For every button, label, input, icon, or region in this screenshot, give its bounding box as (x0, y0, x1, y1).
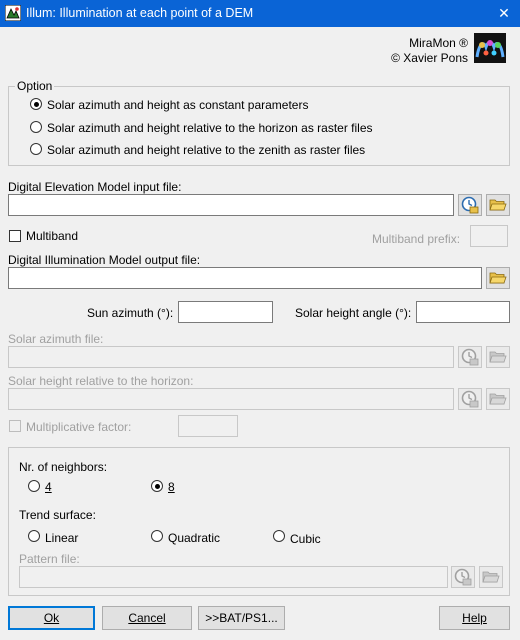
trend-linear-label[interactable]: Linear (45, 531, 78, 545)
trend-cubic-label[interactable]: Cubic (290, 532, 321, 546)
option-constant-radio[interactable] (30, 98, 42, 110)
multiband-checkbox[interactable] (9, 230, 21, 242)
neighbors-4-label[interactable]: 4 (45, 480, 52, 494)
solar-height-label: Solar height angle (°): (295, 306, 412, 320)
multiband-prefix-input[interactable] (470, 225, 508, 247)
miramon-app-icon (5, 5, 21, 21)
metadata-clock-icon (461, 196, 479, 214)
multiplicative-checkbox[interactable] (9, 420, 21, 432)
solar-azimuth-browse-button[interactable] (486, 346, 510, 368)
dim-browse-button[interactable] (486, 267, 510, 289)
neighbors-8-radio[interactable] (151, 480, 163, 492)
dem-label: Digital Elevation Model input file: (8, 180, 182, 194)
multiplicative-input[interactable] (178, 415, 238, 437)
trend-cubic-radio[interactable] (273, 530, 285, 542)
folder-open-icon (489, 199, 507, 211)
solar-height-browse-button[interactable] (486, 388, 510, 410)
dem-metadata-button[interactable] (458, 194, 482, 216)
metadata-clock-icon (461, 348, 479, 366)
metadata-clock-icon (461, 390, 479, 408)
folder-open-icon (489, 351, 507, 363)
dialog-window: Illum: Illumination at each point of a D… (0, 0, 520, 640)
dem-browse-button[interactable] (486, 194, 510, 216)
solar-height-metadata-button[interactable] (458, 388, 482, 410)
brand-name: MiraMon ® (409, 36, 468, 50)
solar-azimuth-file-input[interactable] (8, 346, 454, 368)
folder-open-icon (482, 571, 500, 583)
folder-open-icon (489, 393, 507, 405)
neighbors-4-radio[interactable] (28, 480, 40, 492)
trend-quadratic-radio[interactable] (151, 530, 163, 542)
neighbors-8-label[interactable]: 8 (168, 480, 175, 494)
option-zenith-label[interactable]: Solar azimuth and height relative to the… (47, 143, 365, 157)
pattern-browse-button[interactable] (479, 566, 503, 588)
trend-surface-label: Trend surface: (19, 508, 96, 522)
ok-button[interactable]: Ok (8, 606, 95, 630)
multiband-label[interactable]: Multiband (26, 229, 78, 243)
help-button[interactable]: Help (439, 606, 510, 630)
solar-height-file-label: Solar height relative to the horizon: (8, 374, 194, 388)
cancel-button[interactable]: Cancel (102, 606, 192, 630)
bat-ps1-button[interactable]: >>BAT/PS1... (198, 606, 285, 630)
pattern-metadata-button[interactable] (451, 566, 475, 588)
dim-output-input[interactable] (8, 267, 482, 289)
option-constant-label[interactable]: Solar azimuth and height as constant par… (47, 98, 308, 112)
option-legend: Option (15, 79, 55, 93)
multiband-prefix-label: Multiband prefix: (372, 232, 461, 246)
metadata-clock-icon (454, 568, 472, 586)
option-horizon-radio[interactable] (30, 121, 42, 133)
pattern-file-input[interactable] (19, 566, 448, 588)
solar-height-file-input[interactable] (8, 388, 454, 410)
trend-quadratic-label[interactable]: Quadratic (168, 531, 220, 545)
neighbors-label: Nr. of neighbors: (19, 460, 108, 474)
trend-linear-radio[interactable] (28, 530, 40, 542)
solar-height-input[interactable] (416, 301, 510, 323)
dem-input[interactable] (8, 194, 454, 216)
option-horizon-label[interactable]: Solar azimuth and height relative to the… (47, 121, 373, 135)
solar-azimuth-metadata-button[interactable] (458, 346, 482, 368)
title-bar: Illum: Illumination at each point of a D… (0, 0, 520, 27)
dim-label: Digital Illumination Model output file: (8, 253, 201, 267)
solar-azimuth-file-label: Solar azimuth file: (8, 332, 104, 346)
option-zenith-radio[interactable] (30, 143, 42, 155)
folder-open-icon (489, 272, 507, 284)
close-button[interactable]: ✕ (488, 0, 520, 27)
brand-author: © Xavier Pons (391, 51, 468, 65)
close-icon: ✕ (498, 5, 510, 21)
sun-azimuth-label: Sun azimuth (°): (87, 306, 174, 320)
multiplicative-label: Multiplicative factor: (26, 420, 132, 434)
pattern-file-label: Pattern file: (19, 552, 80, 566)
sun-azimuth-input[interactable] (178, 301, 273, 323)
miramon-logo-icon (474, 33, 506, 63)
window-title: Illum: Illumination at each point of a D… (26, 6, 254, 20)
